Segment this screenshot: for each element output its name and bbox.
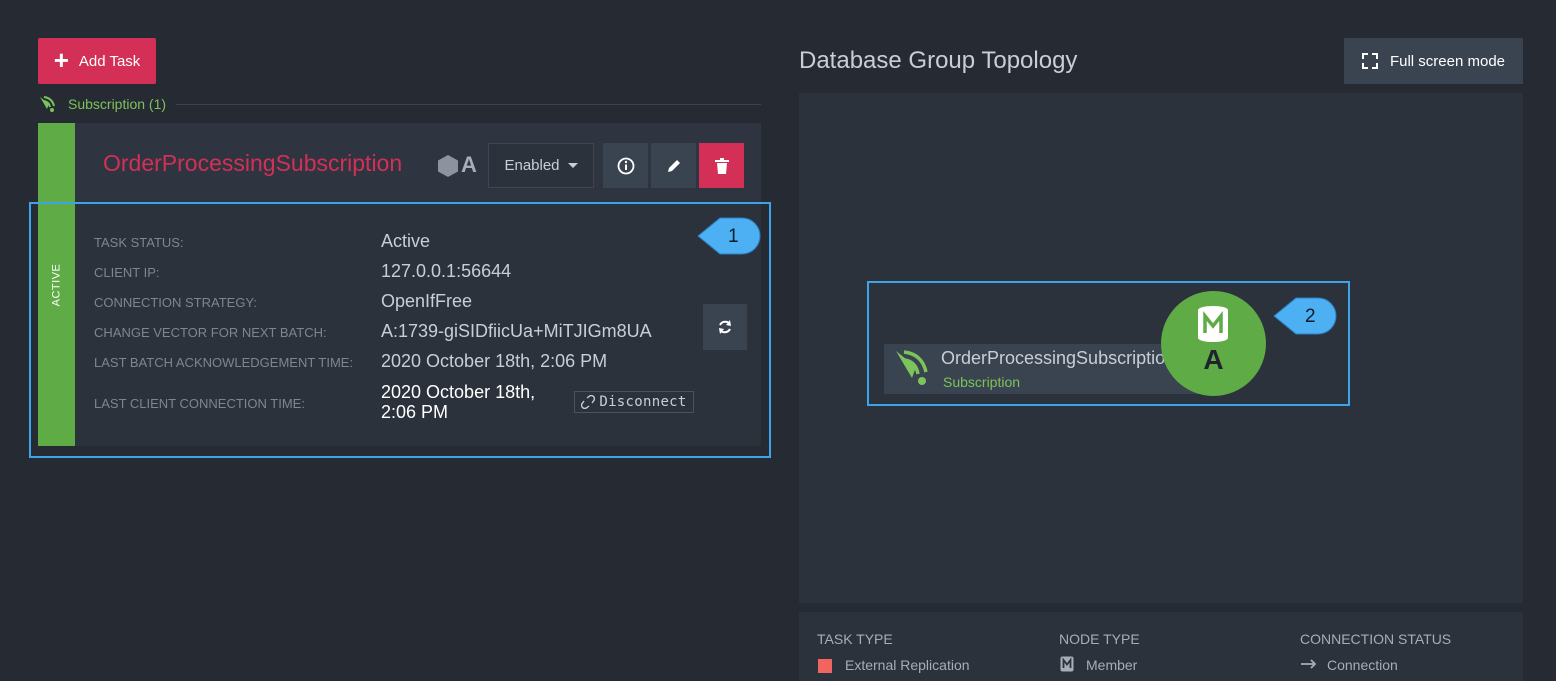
callout-number-2: 2 <box>1305 306 1316 327</box>
hexagon-icon <box>438 155 458 177</box>
plus-icon: + <box>53 45 69 75</box>
delete-button[interactable] <box>699 143 744 188</box>
chevron-down-icon <box>567 163 578 168</box>
edit-button[interactable] <box>651 143 696 188</box>
fullscreen-button[interactable]: Full screen mode <box>1344 38 1523 84</box>
trash-icon <box>714 157 729 174</box>
legend-connection-status-item: Connection <box>1327 657 1398 673</box>
divider <box>176 103 761 105</box>
external-replication-swatch <box>818 659 832 673</box>
expand-icon <box>1361 53 1378 69</box>
legend-node-type-item: Member <box>1086 657 1138 673</box>
task-state-value: Enabled <box>504 157 560 174</box>
highlight-box-task-details <box>29 202 771 458</box>
subscription-group-header: Subscription (1) <box>38 94 761 114</box>
legend-task-type-item: External Replication <box>845 657 970 673</box>
task-name-link[interactable]: OrderProcessingSubscription <box>103 150 402 177</box>
legend-task-type-heading: TASK TYPE <box>817 631 893 647</box>
add-task-label: Add Task <box>78 52 141 70</box>
responsible-node-tag: A <box>461 152 477 177</box>
topology-title: Database Group Topology <box>799 47 1078 74</box>
subscription-rss-icon <box>40 96 55 112</box>
legend-node-type-heading: NODE TYPE <box>1059 631 1140 647</box>
arrow-right-icon <box>1301 659 1317 669</box>
info-icon <box>617 157 634 174</box>
add-task-button[interactable]: + Add Task <box>38 38 156 84</box>
callout-number-1: 1 <box>728 226 739 247</box>
task-state-dropdown[interactable]: Enabled <box>488 143 594 188</box>
details-button[interactable] <box>603 143 648 188</box>
pencil-icon <box>667 159 680 172</box>
fullscreen-label: Full screen mode <box>1389 52 1506 70</box>
legend-connection-status-heading: CONNECTION STATUS <box>1300 631 1452 647</box>
database-member-icon <box>1060 656 1074 672</box>
subscription-count-label: Subscription (1) <box>68 96 167 112</box>
